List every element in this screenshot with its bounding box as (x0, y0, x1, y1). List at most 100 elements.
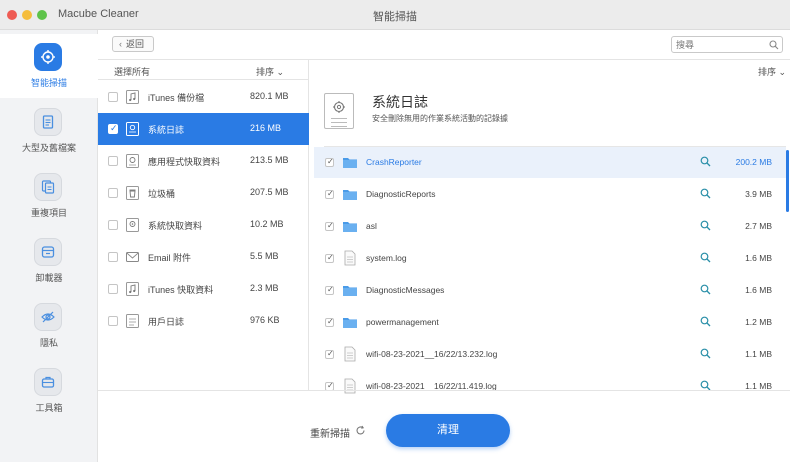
category-checkbox[interactable] (108, 188, 118, 198)
file-size: 2.7 MB (745, 221, 772, 231)
folder-icon (343, 286, 357, 296)
file-name: DiagnosticReports (366, 189, 436, 199)
eye-slash-icon (34, 303, 62, 331)
sidebar-item-label: 工具箱 (35, 403, 63, 413)
target-icon (34, 43, 62, 71)
preview-search-icon[interactable] (700, 316, 711, 327)
category-row[interactable]: Email 附件 5.5 MB (98, 241, 309, 273)
file-row[interactable]: ✓ wifi-08-23-2021__16/22/13.232.log 1.1 MB (314, 339, 786, 370)
clean-button[interactable]: 清理 (386, 414, 510, 447)
checkmark-icon: ✓ (327, 349, 334, 358)
preview-search-icon[interactable] (700, 348, 711, 359)
detail-pane: 排序 ⌄ 系統日誌 安全刪除無用的作業系統活動的記錄據 ✓ CrashReport… (310, 60, 790, 394)
file-size: 1.1 MB (745, 349, 772, 359)
file-checkbox[interactable]: ✓ (325, 285, 334, 295)
file-row[interactable]: ✓ powermanagement 1.2 MB (314, 307, 786, 338)
search-icon[interactable] (769, 40, 779, 50)
sidebar-item-duplicates[interactable]: 重複項目 (0, 164, 98, 228)
sidebar-item-smart-scan[interactable]: 智能掃描 (0, 34, 98, 98)
chevron-down-icon: ⌄ (274, 67, 285, 77)
folder-icon (343, 318, 357, 328)
rescan-button[interactable]: 重新掃描 (310, 425, 350, 440)
sidebar-item-large-old-files[interactable]: 大型及舊檔案 (0, 99, 98, 163)
chevron-left-icon: ‹ (119, 39, 122, 49)
app-cache-icon (126, 154, 139, 168)
checkmark-icon: ✓ (110, 123, 118, 133)
category-list-header: 選擇所有 排序 ⌄ (98, 60, 309, 80)
sort-label: 排序 (256, 67, 275, 77)
checkmark-icon: ✓ (327, 317, 334, 326)
search-input[interactable] (676, 38, 766, 51)
checkmark-icon: ✓ (327, 285, 334, 294)
back-button[interactable]: ‹ 返回 (112, 36, 154, 52)
category-name: 垃圾桶 (148, 189, 176, 199)
chevron-down-icon: ⌄ (776, 67, 787, 77)
category-row[interactable]: 應用程式快取資料 213.5 MB (98, 145, 309, 177)
preview-search-icon[interactable] (700, 284, 711, 295)
file-checkbox[interactable]: ✓ (325, 253, 334, 263)
duplicate-icon (34, 173, 62, 201)
category-checkbox[interactable] (108, 156, 118, 166)
detail-description: 安全刪除無用的作業系統活動的記錄據 (372, 114, 508, 123)
system-log-document-icon (324, 93, 354, 129)
folder-icon (343, 222, 357, 232)
preview-search-icon[interactable] (700, 188, 711, 199)
category-list: 選擇所有 排序 ⌄ iTunes 備份檔 820.1 MB ✓ 系統日誌 216… (98, 60, 309, 390)
window-title: 智能掃描 (373, 11, 417, 23)
folder-icon (343, 158, 357, 168)
checkmark-icon: ✓ (327, 381, 334, 390)
category-name: 用戶日誌 (148, 317, 185, 327)
file-size: 1.2 MB (745, 317, 772, 327)
file-checkbox[interactable]: ✓ (325, 189, 334, 199)
checkmark-icon: ✓ (327, 189, 334, 198)
preview-search-icon[interactable] (700, 156, 711, 167)
file-row[interactable]: ✓ CrashReporter 200.2 MB (314, 147, 786, 178)
category-checkbox[interactable] (108, 220, 118, 230)
title-bar: Macube Cleaner 智能掃描 (0, 0, 790, 30)
category-name: 應用程式快取資料 (148, 157, 221, 167)
file-row[interactable]: ✓ wifi-08-23-2021__16/22/11.419.log 1.1 MB (314, 371, 786, 402)
file-row[interactable]: ✓ system.log 1.6 MB (314, 243, 786, 274)
category-row[interactable]: 系統快取資料 10.2 MB (98, 209, 309, 241)
file-icon (344, 346, 356, 362)
sidebar-item-label: 卸載器 (35, 273, 63, 283)
category-name: iTunes 備份檔 (148, 93, 205, 103)
category-checkbox[interactable] (108, 316, 118, 326)
file-checkbox[interactable]: ✓ (325, 157, 334, 167)
category-checkbox[interactable] (108, 252, 118, 262)
file-size: 200.2 MB (735, 157, 772, 167)
sidebar-item-uninstaller[interactable]: 卸載器 (0, 229, 98, 293)
file-row[interactable]: ✓ asl 2.7 MB (314, 211, 786, 242)
sidebar-item-toolbox[interactable]: 工具箱 (0, 359, 98, 423)
sort-button[interactable]: 排序 ⌄ (256, 65, 284, 78)
preview-search-icon[interactable] (700, 252, 711, 263)
file-checkbox[interactable]: ✓ (325, 317, 334, 327)
category-checkbox[interactable]: ✓ (108, 123, 118, 134)
scrollbar-thumb[interactable] (786, 150, 789, 212)
file-checkbox[interactable]: ✓ (325, 349, 334, 359)
file-row[interactable]: ✓ DiagnosticMessages 1.6 MB (314, 275, 786, 306)
file-size: 1.6 MB (745, 253, 772, 263)
sidebar-item-privacy[interactable]: 隱私 (0, 294, 98, 358)
file-name: powermanagement (366, 317, 439, 327)
file-size: 1.6 MB (745, 285, 772, 295)
category-checkbox[interactable] (108, 92, 118, 102)
file-icon (344, 378, 356, 394)
preview-search-icon[interactable] (700, 220, 711, 231)
category-size: 207.5 MB (250, 187, 289, 197)
file-row[interactable]: ✓ DiagnosticReports 3.9 MB (314, 179, 786, 210)
detail-sort-button[interactable]: 排序 ⌄ (758, 65, 786, 78)
category-row[interactable]: iTunes 快取資料 2.3 MB (98, 273, 309, 305)
refresh-icon[interactable] (355, 425, 366, 436)
category-row[interactable]: 垃圾桶 207.5 MB (98, 177, 309, 209)
sidebar-item-label: 隱私 (39, 338, 58, 348)
category-checkbox[interactable] (108, 284, 118, 294)
file-checkbox[interactable]: ✓ (325, 221, 334, 231)
checkmark-icon: ✓ (327, 253, 334, 262)
category-row[interactable]: 用戶日誌 976 KB (98, 305, 309, 337)
category-row[interactable]: iTunes 備份檔 820.1 MB (98, 81, 309, 113)
checkmark-icon: ✓ (327, 157, 334, 166)
category-row[interactable]: ✓ 系統日誌 216 MB (98, 113, 309, 145)
search-box[interactable] (671, 36, 783, 53)
select-all-button[interactable]: 選擇所有 (114, 65, 150, 78)
